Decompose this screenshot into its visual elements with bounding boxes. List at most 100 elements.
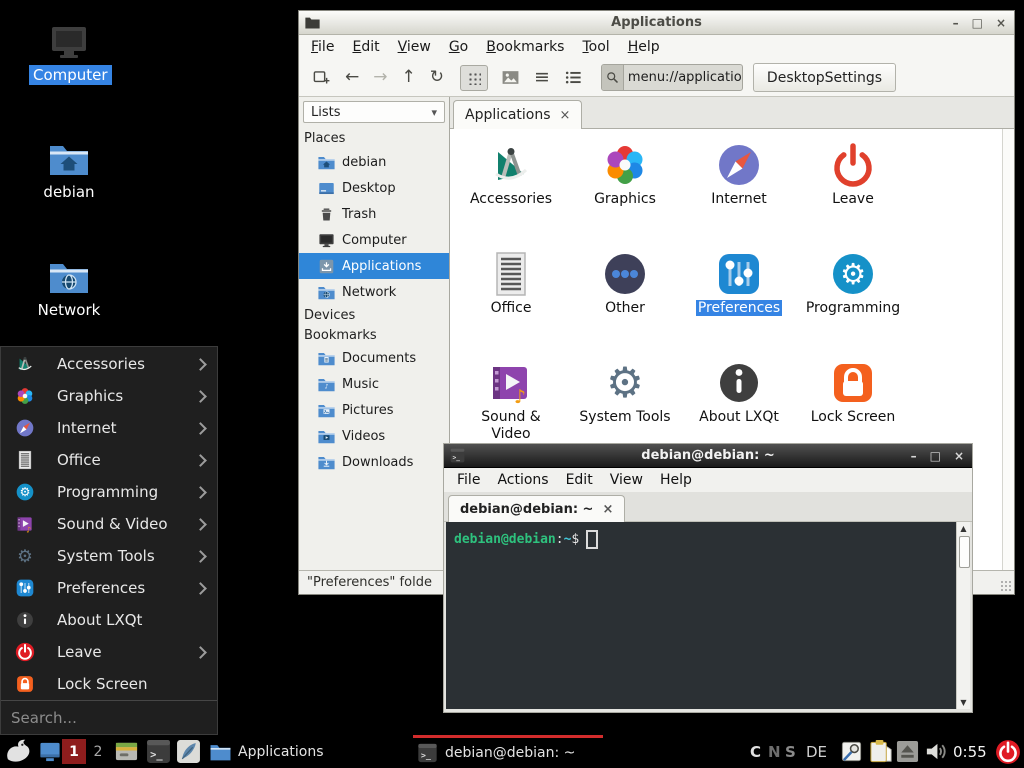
fm-menu-view[interactable]: View	[398, 39, 431, 55]
menu-item-about-lxqt[interactable]: About LXQt	[1, 604, 217, 636]
close-icon[interactable]: ×	[954, 449, 964, 463]
menu-item-office[interactable]: Office	[1, 444, 217, 476]
sidebar-item-computer[interactable]: Computer	[299, 227, 449, 253]
terminal-scrollbar[interactable]: ▲ ▼	[956, 522, 970, 709]
term-menu-edit[interactable]: Edit	[566, 472, 593, 488]
minimize-icon[interactable]: –	[911, 449, 917, 463]
fm-menu-go[interactable]: Go	[449, 39, 468, 55]
eject-tray-icon[interactable]	[896, 740, 919, 763]
sidebar-mode-select[interactable]: Lists ▾	[303, 101, 445, 123]
app-item-internet[interactable]: Internet	[682, 141, 796, 250]
menu-item-leave[interactable]: Leave	[1, 636, 217, 668]
tab-close-icon[interactable]: ×	[560, 108, 571, 123]
show-desktop-icon[interactable]	[38, 740, 62, 763]
tab-terminal-session[interactable]: debian@debian: ~ ×	[448, 495, 625, 522]
term-menu-actions[interactable]: Actions	[497, 472, 548, 488]
term-menu-help[interactable]: Help	[660, 472, 692, 488]
thumbnail-view-icon[interactable]	[501, 68, 520, 87]
refresh-icon[interactable]: ↻	[430, 69, 444, 86]
menu-search-input[interactable]	[9, 708, 208, 728]
maximize-icon[interactable]: □	[930, 449, 941, 463]
menu-item-sound-video[interactable]: Sound & Video	[1, 508, 217, 540]
fm-menu-file[interactable]: File	[311, 39, 334, 55]
num-lock-indicator[interactable]: N	[768, 735, 781, 768]
desktop-icon-computer[interactable]: Computer	[29, 22, 109, 85]
app-item-other[interactable]: Other	[568, 250, 682, 359]
sidebar-item-documents[interactable]: Documents	[299, 345, 449, 371]
sidebar-item-desktop[interactable]: Desktop	[299, 175, 449, 201]
term-menu-view[interactable]: View	[610, 472, 643, 488]
menu-item-programming[interactable]: Programming	[1, 476, 217, 508]
taskbar-task-applications[interactable]: Applications	[206, 735, 406, 768]
app-item-programming[interactable]: Programming	[796, 250, 910, 359]
close-icon[interactable]: ×	[996, 16, 1006, 30]
volume-tray-icon[interactable]	[924, 740, 947, 763]
app-item-accessories[interactable]: Accessories	[454, 141, 568, 250]
minimize-icon[interactable]: –	[953, 16, 959, 30]
scroll-up-icon[interactable]: ▲	[960, 524, 966, 533]
sidebar-item-applications[interactable]: Applications	[299, 253, 449, 279]
term-menu-file[interactable]: File	[457, 472, 480, 488]
system-tools-icon	[601, 359, 649, 407]
caps-lock-indicator[interactable]: C	[750, 735, 761, 768]
keyboard-layout-indicator[interactable]: DE	[806, 735, 827, 768]
address-bar[interactable]: menu://applications/	[601, 64, 743, 91]
sidebar-item-videos[interactable]: Videos	[299, 423, 449, 449]
scroll-lock-indicator[interactable]: S	[785, 735, 796, 768]
desktop-icon-home[interactable]: debian	[29, 139, 109, 202]
tab-applications[interactable]: Applications ×	[453, 100, 582, 129]
clock[interactable]: 0:55	[953, 735, 987, 768]
screenshot-tray-icon[interactable]	[840, 740, 863, 763]
terminal-screen[interactable]: debian@debian:~$ ▲ ▼	[446, 522, 970, 709]
tab-close-icon[interactable]: ×	[602, 502, 613, 517]
fm-menu-bookmarks[interactable]: Bookmarks	[486, 39, 564, 55]
workspace-1-button[interactable]: 1	[62, 739, 86, 764]
submenu-arrow-icon	[194, 646, 207, 659]
menu-item-accessories[interactable]: Accessories	[1, 348, 217, 380]
up-icon[interactable]: ↑	[402, 69, 416, 86]
app-item-leave[interactable]: Leave	[796, 141, 910, 250]
menu-item-graphics[interactable]: Graphics	[1, 380, 217, 412]
scrollbar-thumb[interactable]	[959, 536, 970, 568]
submenu-arrow-icon	[194, 390, 207, 403]
workspace-2-button[interactable]: 2	[88, 739, 108, 764]
sidebar-item-debian[interactable]: debian	[299, 149, 449, 175]
sidebar-item-trash[interactable]: Trash	[299, 201, 449, 227]
desktop-settings-button[interactable]: DesktopSettings	[753, 63, 896, 92]
terminal-icon	[417, 743, 438, 763]
app-item-preferences[interactable]: Preferences	[682, 250, 796, 359]
terminal-launcher-icon[interactable]	[146, 739, 171, 764]
desktop-icon-label: Computer	[29, 65, 112, 85]
file-manager-launcher-icon[interactable]	[114, 739, 139, 764]
app-menu-button[interactable]	[4, 738, 31, 765]
clipboard-tray-icon[interactable]	[868, 739, 893, 764]
fm-menu-tool[interactable]: Tool	[582, 39, 609, 55]
preferences-icon	[15, 578, 35, 598]
sidebar-item-music[interactable]: Music	[299, 371, 449, 397]
app-item-graphics[interactable]: Graphics	[568, 141, 682, 250]
menu-item-preferences[interactable]: Preferences	[1, 572, 217, 604]
new-window-icon[interactable]	[312, 68, 331, 87]
detailed-view-icon[interactable]	[564, 68, 583, 87]
terminal-titlebar[interactable]: debian@debian: ~ – □ ×	[444, 444, 972, 468]
menu-item-internet[interactable]: Internet	[1, 412, 217, 444]
sidebar-item-pictures[interactable]: Pictures	[299, 397, 449, 423]
power-tray-icon[interactable]	[995, 739, 1021, 765]
icon-view-button[interactable]	[460, 65, 488, 91]
menu-item-lock-screen[interactable]: Lock Screen	[1, 668, 217, 700]
featherpad-launcher-icon[interactable]	[176, 739, 201, 764]
taskbar-task-terminal[interactable]: debian@debian: ~	[413, 735, 603, 768]
sidebar-item-network[interactable]: Network	[299, 279, 449, 305]
menu-item-system-tools[interactable]: System Tools	[1, 540, 217, 572]
desktop-icon-network[interactable]: Network	[29, 257, 109, 320]
scroll-down-icon[interactable]: ▼	[960, 698, 966, 707]
back-icon[interactable]: ←	[345, 69, 359, 86]
fm-menu-help[interactable]: Help	[628, 39, 660, 55]
sidebar-item-downloads[interactable]: Downloads	[299, 449, 449, 475]
app-item-office[interactable]: Office	[454, 250, 568, 359]
forward-icon[interactable]: →	[373, 69, 387, 86]
fm-menu-edit[interactable]: Edit	[352, 39, 379, 55]
fm-titlebar[interactable]: Applications – □ ×	[299, 11, 1014, 35]
maximize-icon[interactable]: □	[972, 16, 983, 30]
compact-view-icon[interactable]: ≡	[534, 68, 550, 87]
